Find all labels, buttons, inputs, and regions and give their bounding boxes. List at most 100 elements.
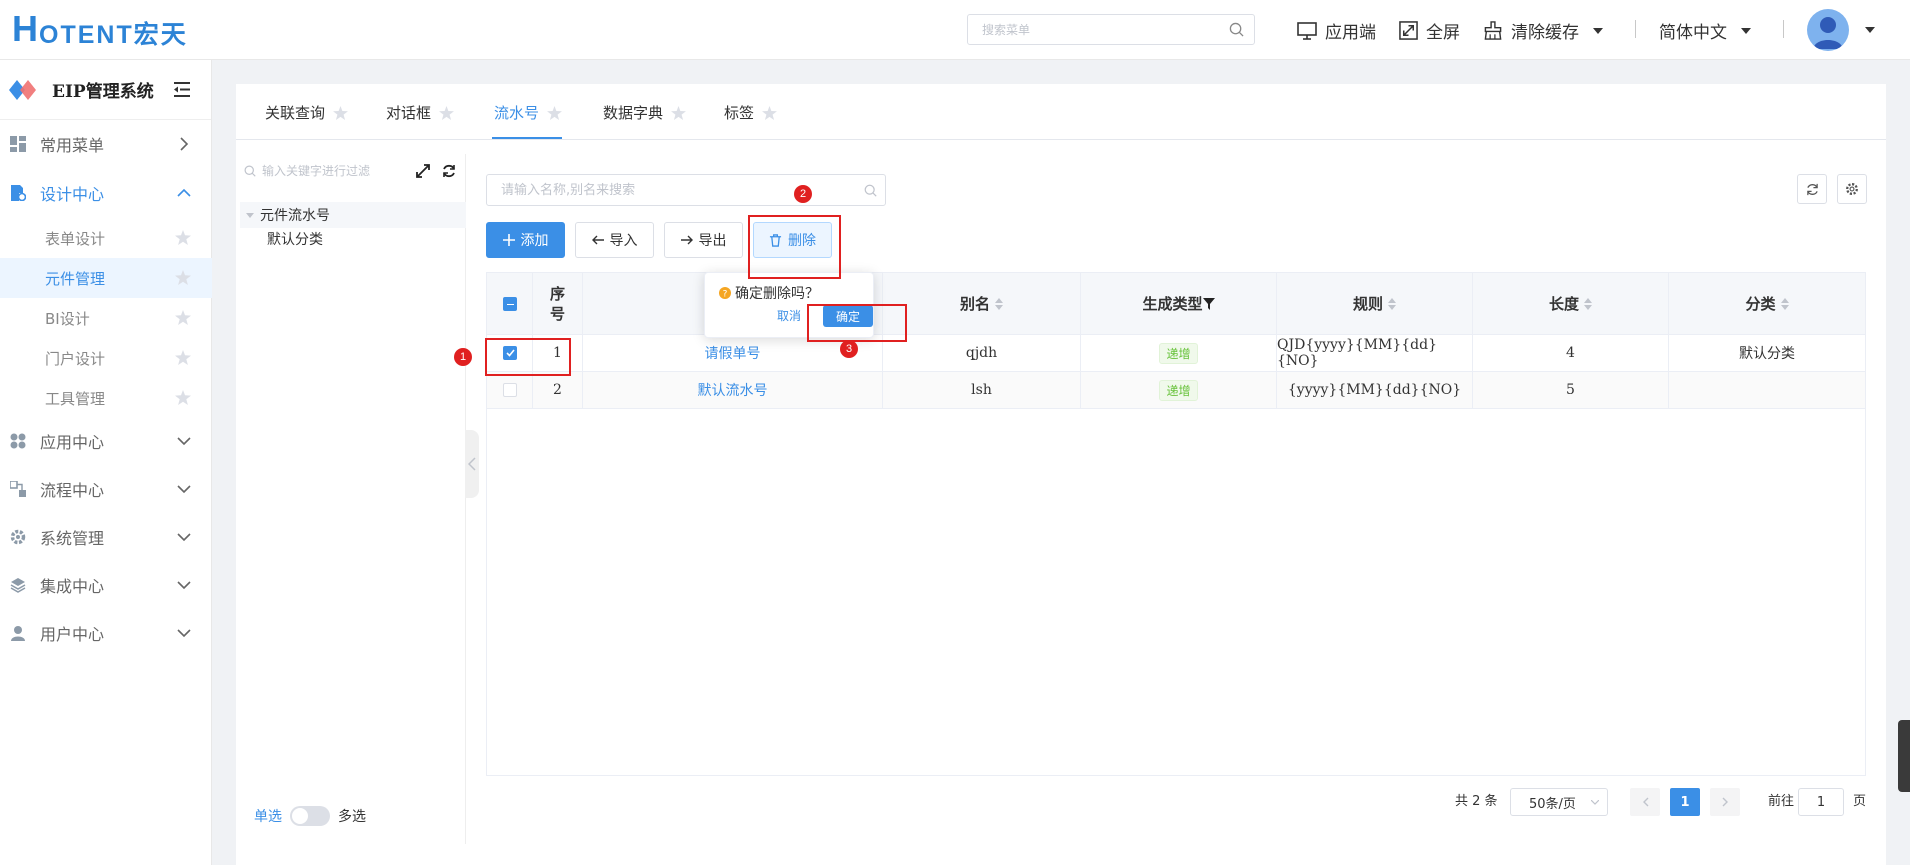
language-dropdown[interactable]: 简体中文 [1659,18,1759,43]
star-icon[interactable] [547,105,562,120]
list-search-box [486,174,886,206]
language-label: 简体中文 [1659,23,1727,43]
monitor-icon [1297,21,1317,40]
submenu-tool-mgmt[interactable]: 工具管理 [0,378,212,418]
cell-category: 默认分类 [1669,335,1865,372]
search-icon[interactable] [1229,22,1244,41]
caret-down-icon[interactable] [246,212,254,218]
tab-tag[interactable]: 标签 [724,102,777,123]
tab-serial-number[interactable]: 流水号 [494,102,562,123]
star-icon[interactable] [175,350,191,365]
settings-button[interactable] [1837,174,1867,204]
star-icon[interactable] [439,105,454,120]
fold-menu-icon[interactable] [174,82,190,97]
chevron-down-icon [177,629,191,638]
clear-cache-dropdown[interactable]: 清除缓存 [1483,18,1611,43]
select-all-checkbox[interactable] [502,296,517,311]
export-button[interactable]: 导出 [664,222,743,258]
panel-collapse-handle[interactable] [465,430,479,498]
hotent-logo[interactable]: H OTENT宏天 [12,8,188,49]
menu-common[interactable]: 常用菜单 [0,123,212,165]
header-divider [1783,20,1784,38]
sort-icon[interactable] [1584,297,1592,310]
star-icon[interactable] [175,390,191,405]
cell-length: 4 [1473,335,1669,372]
star-icon[interactable] [175,230,191,245]
menu-flow[interactable]: 流程中心 [0,468,212,510]
tab-data-dictionary[interactable]: 数据字典 [603,102,686,123]
sort-icon[interactable] [995,297,1003,310]
prev-page-button[interactable] [1630,788,1660,816]
avatar-caret-icon[interactable] [1865,27,1875,33]
page-size-select[interactable]: 50条/页 [1510,788,1608,816]
confirm-cancel-button[interactable]: 取消 [777,307,801,324]
expand-icon[interactable] [416,164,430,178]
multi-select-label[interactable]: 多选 [338,806,366,826]
confirm-text: 确定删除吗？ [735,286,819,302]
app-end-button[interactable]: 应用端 [1297,18,1376,43]
submenu-component-mgmt[interactable]: 元件管理 [0,258,212,298]
next-page-button[interactable] [1710,788,1740,816]
page-number-current[interactable]: 1 [1670,788,1700,816]
cell-rule: {yyyy}{MM}{dd}{NO} [1277,372,1473,409]
select-mode-switch[interactable] [290,806,330,826]
submenu-form-design[interactable]: 表单设计 [0,218,212,258]
star-icon[interactable] [333,105,348,120]
submenu-portal-design[interactable]: 门户设计 [0,338,212,378]
tree-node-root[interactable]: 元件流水号 [240,202,466,228]
star-icon[interactable] [762,105,777,120]
star-icon[interactable] [175,310,191,325]
annotation-badge-1: 1 [454,348,472,366]
import-button[interactable]: 导入 [575,222,654,258]
submenu-label: 元件管理 [45,269,106,288]
submenu-bi-design[interactable]: BI设计 [0,298,212,338]
star-icon[interactable] [671,105,686,120]
refresh-button[interactable] [1797,174,1827,204]
col-rule-header[interactable]: 规则 [1277,273,1473,335]
add-button[interactable]: 添加 [486,222,565,258]
cell-category [1669,372,1865,409]
tab-dialog[interactable]: 对话框 [386,102,454,123]
menu-design[interactable]: 设计中心 [0,172,212,214]
user-avatar[interactable] [1807,9,1849,51]
plus-icon [502,234,515,246]
search-icon [244,165,256,177]
sort-icon[interactable] [1780,297,1789,310]
tab-related-query[interactable]: 关联查询 [265,102,348,123]
menu-system[interactable]: 系统管理 [0,516,212,558]
logo-text: OTENT宏天 [39,21,188,49]
goto-page-input[interactable]: 1 [1798,788,1844,816]
sort-icon[interactable] [1388,297,1396,310]
menu-user[interactable]: 用户中心 [0,612,212,654]
tab-label: 关联查询 [265,104,326,122]
single-select-label[interactable]: 单选 [254,806,282,826]
col-length-header[interactable]: 长度 [1473,273,1669,335]
row-checkbox[interactable] [502,383,517,397]
chevron-right-icon [180,137,189,151]
tab-label: 数据字典 [603,104,664,122]
menu-app[interactable]: 应用中心 [0,420,212,462]
tab-label: 对话框 [386,104,432,122]
col-gentype-header[interactable]: 生成类型 [1081,273,1277,335]
col-alias-header[interactable]: 别名 [883,273,1081,335]
search-icon[interactable] [864,183,877,201]
menu-search-input[interactable] [968,15,1208,44]
tree-node-label: 默认分类 [267,232,323,248]
broom-icon [1484,21,1502,40]
tree-filter-input[interactable] [262,164,412,178]
gear-icon [1846,183,1858,195]
menu-integration-label: 集成中心 [40,577,105,596]
chevron-right-icon [1722,797,1728,807]
fullscreen-button[interactable]: 全屏 [1399,18,1460,43]
side-widget-handle[interactable] [1898,720,1910,792]
list-search-input[interactable] [487,175,837,205]
tab-label: 标签 [724,104,755,122]
sidebar: EIP管理系统 常用菜单 设计中心 表单设计 元件管理 BI设计 门户设计 工具… [0,60,212,865]
star-icon[interactable] [175,270,191,285]
refresh-icon[interactable] [442,164,456,178]
menu-integration[interactable]: 集成中心 [0,564,212,606]
col-category-header[interactable]: 分类 [1669,273,1865,335]
filter-icon[interactable] [1202,297,1215,310]
tree-node-default[interactable]: 默认分类 [267,229,323,249]
cell-name-link[interactable]: 默认流水号 [583,372,883,409]
